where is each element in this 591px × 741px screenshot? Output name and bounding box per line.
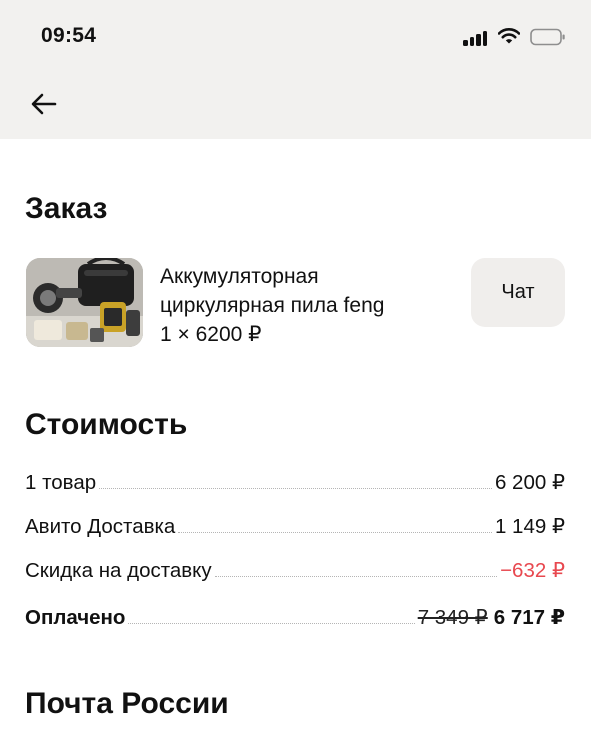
product-quantity-price: 1 × 6200 ₽ [160,323,262,346]
paid-value: 6 717 ₽ [493,606,565,629]
order-section-title: Заказ [25,192,108,225]
product-thumbnail[interactable] [26,258,143,347]
cost-row-discount: Скидка на доставку −632 ₽ [25,553,565,583]
dotted-leader [178,532,492,533]
cost-row-label: 1 товар [25,471,97,494]
paid-old-value: 7 349 ₽ [417,606,488,629]
top-bar: 09:54 [0,0,591,139]
cost-row-paid: Оплачено 7 349 ₽ 6 717 ₽ [25,600,565,630]
discount-value: −632 ₽ [500,559,565,582]
cost-row-goods: 1 товар 6 200 ₽ [25,465,565,495]
wifi-icon [498,28,520,44]
dotted-leader [128,623,415,624]
arrow-left-icon[interactable] [28,88,60,120]
cellular-signal-icon [463,30,489,46]
product-info[interactable]: Аккумуляторная циркулярная пила feng 1 ×… [160,262,450,349]
product-name-line1: Аккумуляторная [160,265,319,288]
cost-row-label: Авито Доставка [25,515,176,538]
cost-section-title: Стоимость [25,408,188,441]
cost-row-delivery: Авито Доставка 1 149 ₽ [25,509,565,539]
status-time: 09:54 [41,24,97,47]
cost-row-value: 1 149 ₽ [494,515,565,538]
delivery-section-title: Почта России [25,687,229,720]
cost-row-value: 6 200 ₽ [494,471,565,494]
cost-row-label: Скидка на доставку [25,559,212,582]
paid-label: Оплачено [25,606,126,629]
status-bar: 09:54 [0,0,591,70]
battery-icon [530,28,565,46]
dotted-leader [99,488,492,489]
product-image [26,258,143,347]
dotted-leader [214,576,498,577]
product-name-line2: циркулярная пила feng [160,294,385,317]
chat-button[interactable]: Чат [471,258,565,327]
